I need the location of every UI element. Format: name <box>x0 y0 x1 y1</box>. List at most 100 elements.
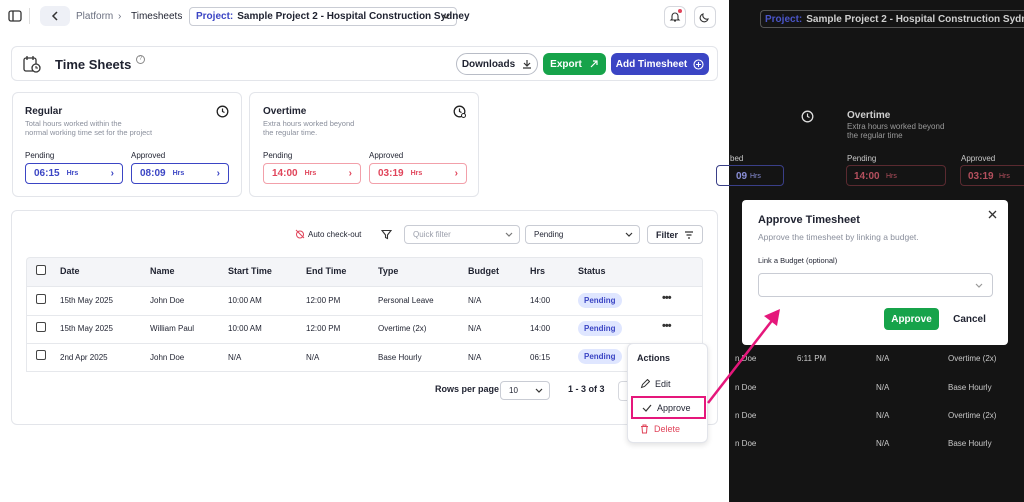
header-date[interactable]: Date <box>60 266 80 276</box>
bg-overtime-desc-line1: Extra hours worked beyond <box>847 122 945 131</box>
divider <box>29 8 30 24</box>
bg-row-budget: N/A <box>876 439 890 448</box>
app-window: Platform › Timesheets Project: Sample Pr… <box>0 0 729 502</box>
cell-date: 15th May 2025 <box>60 296 113 305</box>
overtime-title: Overtime <box>263 106 307 117</box>
status-badge: Pending <box>578 349 622 364</box>
bg-pending-value: 14:00 <box>854 171 880 182</box>
add-timesheet-button[interactable]: Add Timesheet <box>611 53 709 75</box>
regular-card: Regular Total hours worked within the no… <box>12 92 242 197</box>
project-select[interactable]: Project: Sample Project 2 - Hospital Con… <box>189 7 470 26</box>
cancel-button[interactable]: Cancel <box>947 308 992 330</box>
menu-item-delete[interactable]: Delete <box>640 424 680 434</box>
select-all-checkbox[interactable] <box>36 265 46 275</box>
header-start-time[interactable]: Start Time <box>228 266 272 276</box>
header-status[interactable]: Status <box>578 266 606 276</box>
regular-desc-line1: Total hours worked within the <box>25 119 122 128</box>
bg-left-unit: Hrs <box>750 173 761 180</box>
header-budget[interactable]: Budget <box>468 266 499 276</box>
row-divider <box>26 315 703 316</box>
regular-pending-pill[interactable]: 06:15 Hrs › <box>25 163 123 184</box>
project-key: Project: <box>196 11 234 22</box>
overtime-desc-line2: the regular time. <box>263 128 318 137</box>
bg-overtime-desc-line2: the regular time <box>847 131 903 140</box>
regular-pending-value: 06:15 <box>34 168 60 179</box>
rows-per-page-select[interactable]: 10 <box>500 381 550 400</box>
quick-filter-input[interactable]: Quick filter <box>404 225 520 244</box>
export-label: Export <box>550 58 582 70</box>
cell-hrs: 14:00 <box>530 296 551 305</box>
theme-toggle-button[interactable] <box>694 6 716 28</box>
row-checkbox[interactable] <box>36 322 46 332</box>
export-button[interactable]: Export <box>543 53 606 75</box>
row-checkbox[interactable] <box>36 294 46 304</box>
regular-approved-value: 08:09 <box>140 168 166 179</box>
overtime-approved-value: 03:19 <box>378 168 404 179</box>
modal-subtitle: Approve the timesheet by linking a budge… <box>758 232 919 242</box>
approve-button-label: Approve <box>891 313 932 325</box>
plus-circle-icon <box>693 58 704 70</box>
page-header: Time Sheets ? Downloads Export Add Times… <box>11 46 718 81</box>
menu-item-edit[interactable]: Edit <box>640 379 671 389</box>
more-options-icon[interactable]: ••• <box>662 292 672 304</box>
bg-approved-value: 03:19 <box>968 171 994 182</box>
overtime-pending-pill[interactable]: 14:00 Hrs › <box>263 163 361 184</box>
bg-pending-label: Pending <box>847 154 877 163</box>
approve-button[interactable]: Approve <box>884 308 939 330</box>
regular-approved-pill[interactable]: 08:09 Hrs › <box>131 163 229 184</box>
cell-start: 10:00 AM <box>228 324 262 333</box>
overtime-card: Overtime Extra hours worked beyond the r… <box>249 92 479 197</box>
header-end-time[interactable]: End Time <box>306 266 346 276</box>
header-name[interactable]: Name <box>150 266 175 276</box>
downloads-button[interactable]: Downloads <box>456 53 538 75</box>
more-options-icon[interactable]: ••• <box>662 320 672 332</box>
bg-row-type: Overtime (2x) <box>948 411 997 420</box>
cell-budget: N/A <box>468 324 482 333</box>
bg-row-budget: N/A <box>876 383 890 392</box>
filter-button[interactable]: Filter <box>647 225 703 244</box>
cell-name: William Paul <box>150 324 195 333</box>
chevron-down-icon <box>505 232 513 237</box>
cell-end: 12:00 PM <box>306 324 341 333</box>
header-hrs[interactable]: Hrs <box>530 266 545 276</box>
modal-title: Approve Timesheet <box>758 214 860 226</box>
overtime-pending-value: 14:00 <box>272 168 298 179</box>
menu-item-approve[interactable]: Approve <box>631 396 706 419</box>
header-type[interactable]: Type <box>378 266 398 276</box>
chevron-left-icon <box>51 11 58 21</box>
overtime-approved-unit: Hrs <box>410 170 423 177</box>
cell-budget: N/A <box>468 353 482 362</box>
pagination-range: 1 - 3 of 3 <box>568 384 605 394</box>
notifications-button[interactable] <box>664 6 686 28</box>
row-checkbox[interactable] <box>36 350 46 360</box>
download-icon <box>523 60 532 69</box>
breadcrumb-platform[interactable]: Platform <box>76 11 113 22</box>
regular-title: Regular <box>25 106 63 117</box>
status-badge: Pending <box>578 321 622 336</box>
close-icon[interactable] <box>988 210 997 219</box>
overtime-approved-pill[interactable]: 03:19 Hrs › <box>369 163 467 184</box>
sidebar-toggle-icon[interactable] <box>8 9 22 23</box>
menu-item-delete-label: Delete <box>654 424 681 434</box>
rows-per-page-label: Rows per page <box>435 384 500 394</box>
help-icon[interactable]: ? <box>136 55 145 64</box>
back-button[interactable] <box>40 6 70 26</box>
regular-approved-unit: Hrs <box>172 170 185 177</box>
chevron-right-icon: › <box>348 168 352 179</box>
bg-row-type: Base Hourly <box>948 439 992 448</box>
downloads-label: Downloads <box>461 58 516 70</box>
budget-select[interactable] <box>758 273 993 297</box>
status-select[interactable]: Pending <box>525 225 640 244</box>
breadcrumb-timesheets: Timesheets <box>131 11 183 22</box>
annotation-arrow <box>707 309 780 404</box>
bg-row-type: Overtime (2x) <box>948 354 997 363</box>
regular-pending-label: Pending <box>25 151 55 160</box>
pencil-icon <box>640 379 650 389</box>
auto-checkout-toggle[interactable]: Auto check-out <box>295 229 361 239</box>
cell-start: N/A <box>228 353 242 362</box>
overtime-pending-label: Pending <box>263 151 293 160</box>
breadcrumb-separator: › <box>118 11 122 22</box>
bg-clock-icon <box>801 110 814 123</box>
add-timesheet-label: Add Timesheet <box>615 58 688 70</box>
filter-funnel-icon[interactable] <box>381 229 392 240</box>
